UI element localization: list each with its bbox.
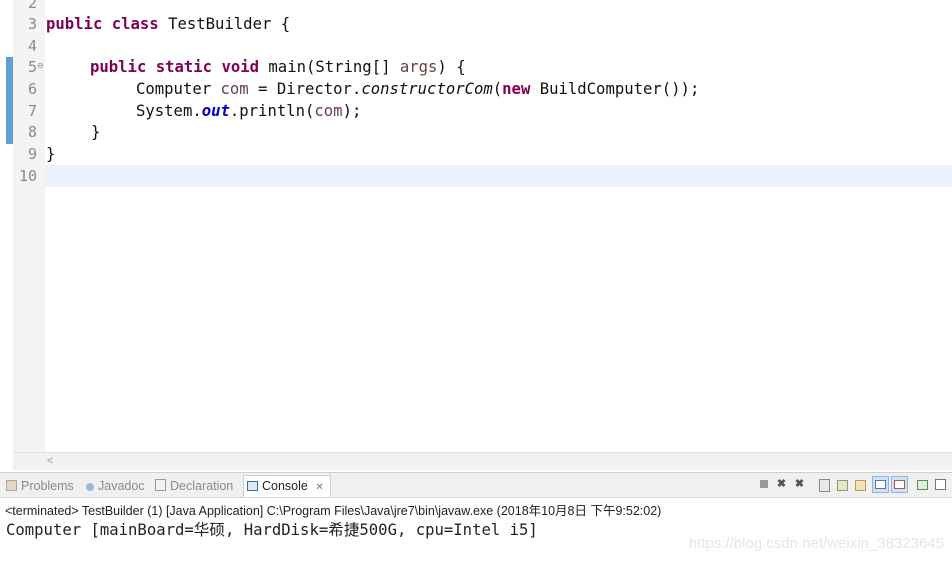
horizontal-scrollbar[interactable]: < <box>13 452 952 470</box>
fold-collapse-icon[interactable]: ⊖ <box>37 55 44 77</box>
code-text: ); <box>342 102 362 120</box>
tab-label: Declaration <box>170 479 234 493</box>
code-text: Computer <box>136 80 221 98</box>
code-text: .println( <box>229 102 315 120</box>
show-on-stdout-icon[interactable] <box>872 476 889 493</box>
keyword: static <box>155 58 213 76</box>
line-number: 2 <box>27 0 37 12</box>
keyword: public <box>90 58 147 76</box>
keyword: public <box>46 15 103 33</box>
code-line-7[interactable]: System.out.println(com); <box>136 100 361 122</box>
close-icon[interactable]: ✕ <box>315 482 323 493</box>
remove-launch-icon[interactable]: ✖ <box>775 478 788 491</box>
current-line-highlight <box>45 165 952 187</box>
panel-tab-bar: Problems Javadoc Declaration Console ✕ ✖… <box>0 473 952 498</box>
tab-label: Javadoc <box>98 479 145 493</box>
line-number: 3 <box>27 15 37 33</box>
tab-problems[interactable]: Problems <box>6 477 74 495</box>
line-number: 9 <box>27 145 37 163</box>
code-text: ) { <box>437 58 466 76</box>
variable: com <box>314 102 343 120</box>
scroll-left-arrow-icon[interactable]: < <box>47 453 53 469</box>
tab-label: Console <box>262 479 308 493</box>
code-line-8[interactable]: } <box>91 121 100 143</box>
code-line-3[interactable]: public class TestBuilder { <box>46 13 290 35</box>
console-output[interactable]: Computer [mainBoard=华硕, HardDisk=希捷500G,… <box>6 518 538 540</box>
code-text: ( <box>492 80 503 98</box>
tab-javadoc[interactable]: Javadoc <box>86 477 145 495</box>
line-number: 6 <box>27 80 37 98</box>
line-number: 10 <box>18 167 37 185</box>
scroll-lock-icon[interactable] <box>818 478 831 492</box>
declaration-icon <box>155 479 166 491</box>
static-method: constructorCom <box>361 80 493 98</box>
word-wrap-icon[interactable] <box>854 478 867 491</box>
remove-all-icon[interactable]: ✖ <box>793 478 806 491</box>
code-text: = Director. <box>248 80 362 98</box>
maximize-icon[interactable] <box>934 478 947 491</box>
javadoc-icon <box>86 483 94 491</box>
line-number: 5 <box>27 58 37 76</box>
show-on-stderr-icon[interactable] <box>891 476 908 493</box>
code-line-9[interactable]: } <box>46 143 55 165</box>
tab-label: Problems <box>21 479 74 493</box>
bottom-panel: Problems Javadoc Declaration Console ✕ ✖… <box>0 472 952 562</box>
tab-console[interactable]: Console ✕ <box>243 475 331 497</box>
line-number: 7 <box>27 102 37 120</box>
code-text: main(String[] <box>259 58 400 76</box>
tab-declaration[interactable]: Declaration <box>155 477 233 495</box>
console-icon <box>247 481 258 491</box>
change-indicator-bar <box>6 57 13 144</box>
code-text: System. <box>136 102 202 120</box>
keyword: class <box>111 15 159 33</box>
editor-left-border <box>0 0 5 470</box>
console-status-line: <terminated> TestBuilder (1) [Java Appli… <box>5 504 662 518</box>
static-field: out <box>201 102 230 120</box>
code-line-6[interactable]: Computer com = Director.constructorCom(n… <box>136 78 699 100</box>
open-console-icon[interactable] <box>916 478 929 491</box>
code-text: TestBuilder { <box>158 15 291 33</box>
line-number: 8 <box>27 123 37 141</box>
variable: args <box>399 58 438 76</box>
variable: com <box>220 80 249 98</box>
watermark: https://blog.csdn.net/weixin_38323645 <box>688 535 944 552</box>
keyword: void <box>221 58 260 76</box>
pin-console-icon[interactable] <box>836 478 849 491</box>
problems-icon <box>6 480 17 491</box>
code-line-5[interactable]: public static void main(String[] args) { <box>90 56 466 78</box>
stop-icon[interactable] <box>757 478 770 491</box>
keyword: new <box>502 80 531 98</box>
code-text: BuildComputer()); <box>530 80 700 98</box>
code-editor[interactable]: 2 3 4 5 ⊖ 6 7 8 9 10 public class TestBu… <box>0 0 952 470</box>
line-number: 4 <box>27 37 37 55</box>
